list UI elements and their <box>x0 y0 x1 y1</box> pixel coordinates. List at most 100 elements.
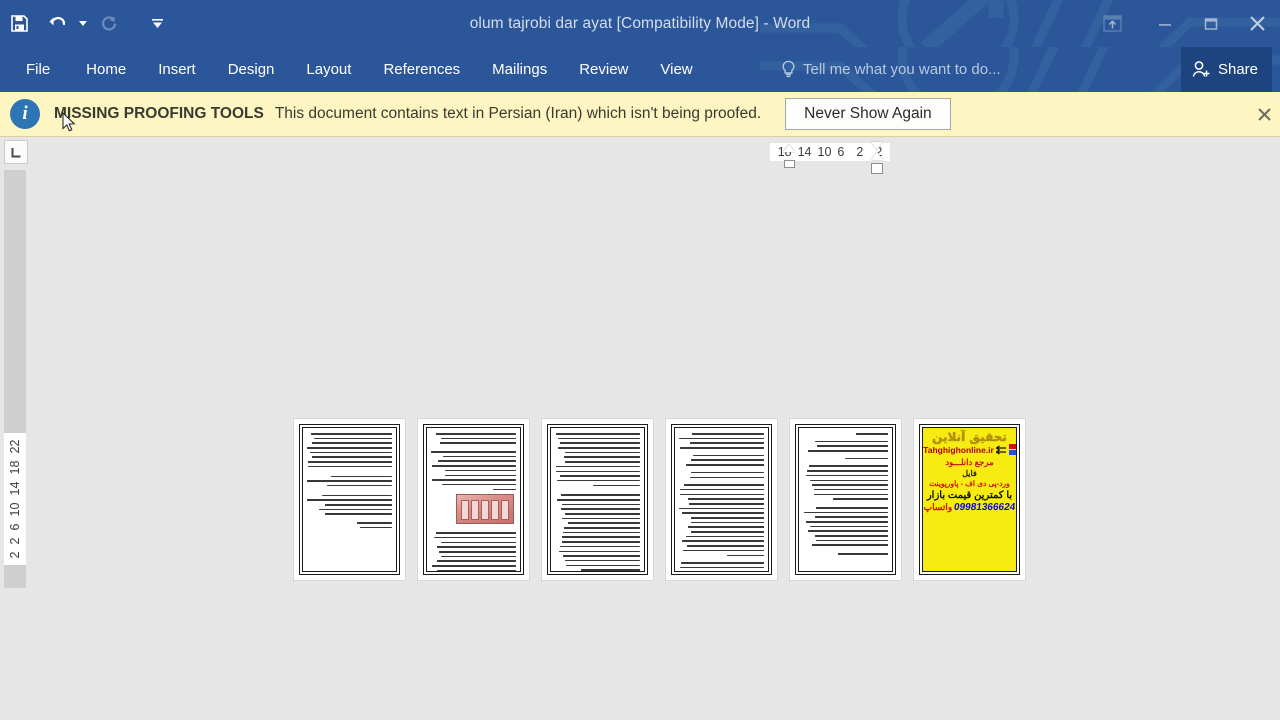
text-line <box>686 545 764 547</box>
text-line <box>559 550 640 553</box>
text-line <box>431 451 516 453</box>
tab-design[interactable]: Design <box>212 47 291 92</box>
tab-review[interactable]: Review <box>563 47 644 92</box>
tab-references[interactable]: References <box>367 47 476 92</box>
text-line <box>688 526 764 528</box>
text-line <box>683 549 764 552</box>
text-line <box>810 479 888 482</box>
text-line <box>690 459 764 462</box>
tab-file[interactable]: File <box>0 47 70 92</box>
tab-layout-label: Layout <box>306 61 352 78</box>
restore-icon <box>1204 17 1218 30</box>
text-line <box>431 479 516 481</box>
text-line <box>561 508 640 510</box>
ad-url-row: Tahghighonline.ir <box>923 444 1016 456</box>
tab-stop-selector[interactable] <box>4 140 28 164</box>
text-line <box>307 465 392 468</box>
tab-mailings-label: Mailings <box>492 61 548 78</box>
share-button[interactable]: Share <box>1180 47 1272 92</box>
save-icon <box>10 15 28 32</box>
right-indent-marker-bottom[interactable] <box>871 163 883 174</box>
undo-button[interactable] <box>38 7 76 41</box>
text-line <box>691 521 764 524</box>
text-line <box>806 521 888 523</box>
page-content-2 <box>426 427 521 572</box>
text-line <box>436 560 516 562</box>
text-line <box>564 559 640 562</box>
page-thumbnail-6[interactable]: تحقیق آنلاین Tahghighonline.ir مرجع دانل… <box>913 418 1026 581</box>
text-line <box>561 503 640 506</box>
restore-button[interactable] <box>1188 0 1234 47</box>
share-person-icon <box>1192 61 1210 77</box>
text-line <box>438 460 516 463</box>
quick-access-toolbar <box>0 0 164 47</box>
redo-button[interactable] <box>90 7 128 41</box>
ribbon-display-options-button[interactable] <box>1082 0 1142 47</box>
tab-layout[interactable]: Layout <box>290 47 367 92</box>
page-border-outer <box>795 424 896 575</box>
tab-insert[interactable]: Insert <box>142 47 212 92</box>
never-show-again-button[interactable]: Never Show Again <box>785 98 951 130</box>
page-thumbnail-4[interactable] <box>665 418 778 581</box>
text-line <box>307 447 392 449</box>
infobar-message: This document contains text in Persian (… <box>274 105 762 122</box>
undo-dropdown-button[interactable] <box>76 7 90 41</box>
text-line <box>691 531 764 533</box>
ad-phone-label: واتساپ <box>923 502 953 513</box>
first-line-indent-marker[interactable] <box>783 144 795 152</box>
page-thumbnail-5[interactable] <box>789 418 902 581</box>
text-line <box>815 506 888 509</box>
text-line <box>682 512 764 514</box>
advertisement-panel: تحقیق آنلاین Tahghighonline.ir مرجع دانل… <box>923 428 1016 571</box>
text-line <box>442 455 516 458</box>
tell-me-search[interactable]: Tell me what you want to do... <box>781 47 1001 92</box>
infobar-title: MISSING PROOFING TOOLS <box>54 105 264 122</box>
page-thumbnail-2[interactable] <box>417 418 530 581</box>
ribbon-options-icon <box>1102 15 1122 32</box>
vruler-tick-22: 22 <box>8 439 22 454</box>
tell-me-placeholder-text: Tell me what you want to do... <box>803 61 1001 78</box>
text-line <box>560 494 640 496</box>
info-icon: i <box>10 99 40 129</box>
infobar-close-button[interactable] <box>1253 103 1275 125</box>
text-line <box>689 502 764 505</box>
customize-quick-access-toolbar-button[interactable] <box>150 7 164 41</box>
save-button[interactable] <box>0 7 38 41</box>
tab-design-label: Design <box>227 61 275 78</box>
ribbon-tab-bar: File Home Insert Design Layout Reference… <box>0 47 1280 92</box>
text-line <box>444 469 516 472</box>
text-line <box>807 530 888 532</box>
text-line <box>324 503 392 506</box>
hruler-tick-6: 6 <box>837 145 845 159</box>
ad-url-text: Tahghighonline.ir <box>923 445 994 456</box>
vruler-tick-14: 14 <box>8 481 22 496</box>
text-line <box>444 474 516 477</box>
tab-view[interactable]: View <box>644 47 708 92</box>
text-line <box>691 517 764 519</box>
text-line <box>808 450 888 452</box>
text-line <box>680 488 764 491</box>
right-indent-marker-top[interactable] <box>871 142 883 150</box>
text-line <box>811 544 888 547</box>
text-line <box>687 498 764 500</box>
text-line <box>437 546 516 548</box>
text-line <box>311 433 392 435</box>
page-thumbnail-1[interactable] <box>293 418 406 581</box>
text-line <box>330 475 392 478</box>
minimize-button[interactable] <box>1142 0 1188 47</box>
vertical-ruler[interactable]: 2 2 6 10 14 18 22 <box>4 433 26 565</box>
text-line <box>357 522 392 524</box>
ribbon-tabs: File Home Insert Design Layout Reference… <box>0 47 709 92</box>
left-indent-marker[interactable] <box>784 160 795 168</box>
tab-mailings[interactable]: Mailings <box>476 47 563 92</box>
page-thumbnail-3[interactable] <box>541 418 654 581</box>
undo-icon <box>49 16 65 26</box>
ad-line-4: با کمترین قیمت بازار <box>926 490 1013 502</box>
text-line <box>556 498 640 501</box>
text-line <box>815 516 888 518</box>
tab-home[interactable]: Home <box>70 47 142 92</box>
ad-phone-row: 09981366624 واتساپ <box>924 502 1016 513</box>
close-button[interactable] <box>1234 0 1280 47</box>
right-indent-marker-mid[interactable] <box>871 152 883 160</box>
